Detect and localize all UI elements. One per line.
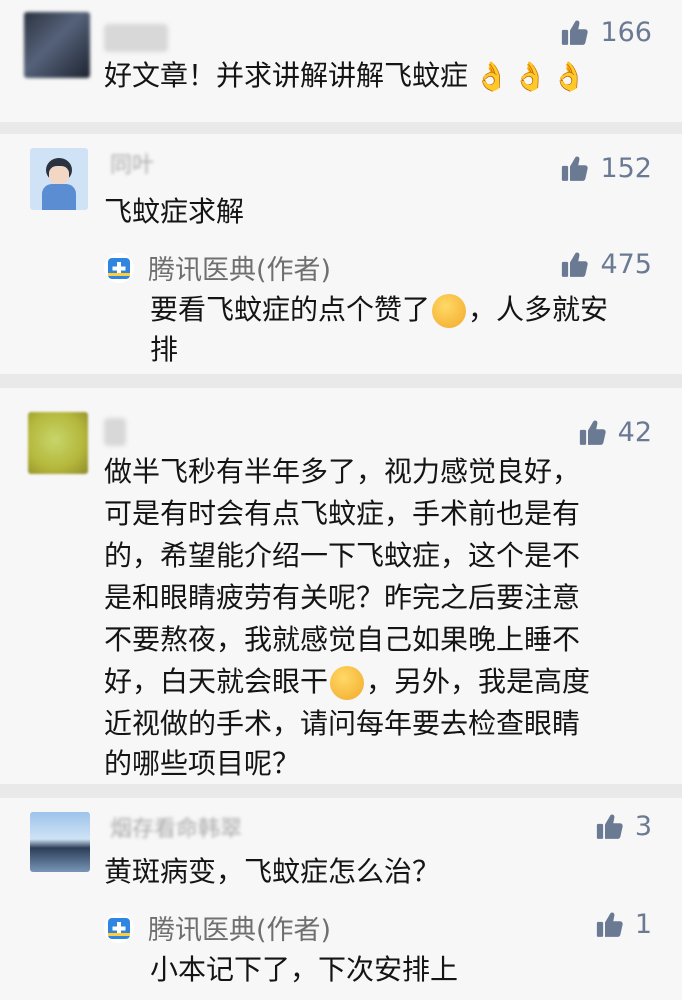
author-name[interactable]: 腾讯医典(作者) [148,248,331,287]
comment-text-line-2: 可是有时会有点飞蚊症，手术前也是有 [104,497,581,530]
avatar[interactable] [28,412,88,474]
avatar[interactable] [30,148,88,210]
thumbs-up-icon [595,910,625,940]
like-count: 3 [634,811,652,842]
like-count: 42 [617,417,652,448]
author-reply-header: 腾讯医典(作者) [104,908,331,947]
comment-text-line-5: 不要熬夜，我就感觉自己如果晚上睡不 [104,623,581,656]
thumbs-up-icon [560,154,590,184]
thumbs-up-icon [578,418,608,448]
comment-text-line-3: 的，希望能介绍一下飞蚊症，这个是不 [104,539,581,572]
comment-text: 黄斑病变，飞蚊症怎么治？ [104,855,441,888]
tencent-yidian-logo-icon [104,252,134,283]
like-button[interactable]: 152 [560,152,652,186]
like-button[interactable]: 3 [595,810,652,844]
like-count: 152 [600,153,652,184]
thumbs-up-icon [560,18,590,48]
reply-text: 小本记下了，下次安排上 [150,953,459,986]
like-button[interactable]: 42 [578,416,652,450]
commenter-name[interactable]: 烟存看命韩翠 [104,816,248,844]
avatar[interactable] [24,12,90,78]
commenter-name[interactable]: 同叶 [104,152,160,180]
thumbs-up-icon [595,812,625,842]
author-reply-header: 腾讯医典(作者) [104,248,331,287]
reply-like-button[interactable]: 1 [595,908,652,942]
comment-text: 飞蚊症求解 [104,195,245,228]
thumbs-up-icon [560,250,590,280]
comment-text: 好文章！并求讲解讲解飞蚊症 👌👌👌 [104,56,648,97]
comment-text-line-8: 的哪些项目呢？ [104,747,301,780]
commenter-name[interactable] [104,24,168,52]
comment-card-3: 42 做半飞秒有半年多了，视力感觉良好， 可是有时会有点飞蚊症，手术前也是有 的… [0,388,682,784]
comment-card-4: 烟存看命韩翠 3 黄斑病变，飞蚊症怎么治？ 腾讯医典(作者) 1 小本记下了，下… [0,798,682,1000]
tencent-yidian-logo-icon [104,912,134,943]
commenter-name[interactable] [104,418,126,446]
like-button[interactable]: 166 [560,16,652,50]
comment-text-line-1: 做半飞秒有半年多了，视力感觉良好， [104,455,581,488]
like-count: 166 [600,17,652,48]
comment-card-2: 同叶 152 飞蚊症求解 腾讯医典(作者) 475 要看飞蚊症的点个赞了 ，人多就… [0,134,682,374]
comment-text-line-6: 好，白天就会眼干 ，另外，我是高度 [104,665,591,700]
comment-text-line-7: 近视做的手术，请问每年要去检查眼睛 [104,707,581,740]
thinking-face-emoji [432,294,467,328]
comment-text-line-4: 是和眼睛疲劳有关呢？昨完之后要注意 [104,581,581,614]
like-count: 475 [600,249,652,280]
ok-hand-emoji: 👌👌👌 [474,60,591,93]
author-name[interactable]: 腾讯医典(作者) [148,908,331,947]
reply-like-button[interactable]: 475 [560,248,652,282]
comment-card-1: 166 好文章！并求讲解讲解飞蚊症 👌👌👌 [0,0,682,122]
avatar[interactable] [30,812,90,872]
tears-of-joy-emoji [330,666,365,700]
reply-text: 要看飞蚊症的点个赞了 ，人多就安 [150,293,609,328]
like-count: 1 [634,909,652,940]
reply-text-line2: 排 [150,333,179,366]
